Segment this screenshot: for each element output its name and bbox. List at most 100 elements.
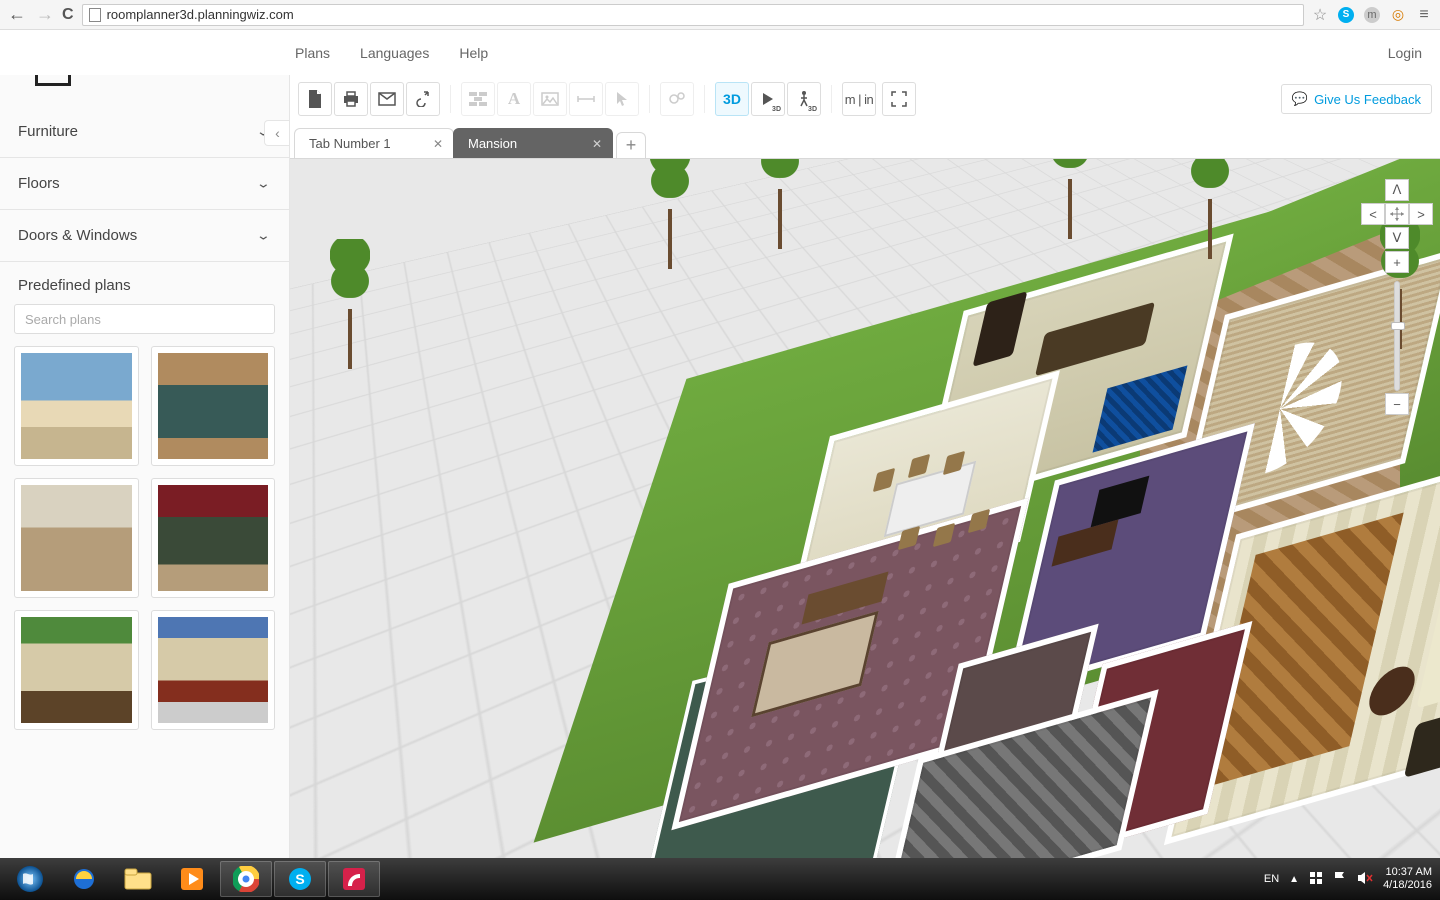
tree — [330, 239, 370, 369]
category-label: Floors — [18, 175, 60, 192]
toolbar: A 3D 3D 3D m | in — [290, 75, 1440, 123]
chat-icon: 💬 — [1292, 91, 1308, 107]
feedback-label: Give Us Feedback — [1314, 92, 1421, 107]
pan-left-button[interactable]: < — [1361, 203, 1385, 225]
print-button[interactable] — [334, 82, 368, 116]
skype-ext-icon[interactable]: S — [1338, 7, 1354, 23]
url-text: roomplanner3d.planningwiz.com — [107, 7, 294, 22]
topbar: Plans Languages Help Login — [0, 30, 1440, 75]
sidebar: PLANNINGWIZ ‹ Furniture ⌄ Floors ⌄ Doors… — [0, 75, 290, 858]
flag-icon[interactable] — [1333, 871, 1347, 888]
address-bar[interactable]: roomplanner3d.planningwiz.com — [82, 4, 1304, 26]
app-root: Plans Languages Help Login PLANNINGWIZ ‹… — [0, 30, 1440, 858]
close-tab-icon[interactable]: ✕ — [592, 137, 602, 151]
sidebar-category-floors[interactable]: Floors ⌄ — [0, 158, 289, 210]
image-tool-button[interactable] — [533, 82, 567, 116]
units-toggle-button[interactable]: m | in — [842, 82, 876, 116]
settings-button[interactable] — [660, 82, 694, 116]
pan-up-button[interactable]: ᐱ — [1385, 179, 1409, 201]
plan-thumb[interactable] — [14, 610, 139, 730]
volume-muted-icon[interactable] — [1357, 871, 1373, 888]
plan-thumb[interactable] — [14, 478, 139, 598]
threeD-label: 3D — [723, 91, 741, 107]
browser-chrome: ← → C roomplanner3d.planningwiz.com ☆ S … — [0, 0, 1440, 30]
category-label: Doors & Windows — [18, 227, 137, 244]
reload-button[interactable]: C — [62, 6, 74, 24]
time-text: 10:37 AM — [1383, 866, 1432, 879]
taskbar-app-icon[interactable] — [328, 861, 380, 897]
design-canvas[interactable]: ᐱ < > ᐯ + − — [290, 159, 1440, 858]
tree — [650, 159, 690, 269]
clock[interactable]: 10:37 AM 4/18/2016 — [1383, 866, 1432, 892]
chevron-down-icon: ⌄ — [256, 176, 271, 191]
tab-label: Tab Number 1 — [309, 136, 391, 151]
zoom-in-button[interactable]: + — [1385, 251, 1409, 273]
forward-button[interactable]: → — [36, 4, 54, 25]
select-tool-button[interactable] — [605, 82, 639, 116]
taskbar-skype-icon[interactable]: S — [274, 861, 326, 897]
taskbar-media-icon[interactable] — [166, 861, 218, 897]
plan-thumb[interactable] — [151, 346, 276, 466]
taskbar-ie-icon[interactable] — [58, 861, 110, 897]
collapse-sidebar-button[interactable]: ‹ — [264, 120, 290, 146]
zoom-out-button[interactable]: − — [1385, 393, 1409, 415]
back-button[interactable]: ← — [8, 4, 26, 25]
zoom-slider[interactable] — [1394, 281, 1400, 391]
wall-tool-button[interactable] — [461, 82, 495, 116]
menu-help[interactable]: Help — [459, 45, 488, 61]
house-model[interactable] — [600, 229, 1440, 858]
sidebar-category-furniture[interactable]: Furniture ⌄ — [0, 106, 289, 158]
pan-right-button[interactable]: > — [1409, 203, 1433, 225]
plan-thumb[interactable] — [151, 478, 276, 598]
content-area: A 3D 3D 3D m | in — [290, 75, 1440, 858]
lang-indicator[interactable]: EN — [1264, 873, 1279, 885]
action-center-icon[interactable] — [1309, 871, 1323, 888]
taskbar-explorer-icon[interactable] — [112, 861, 164, 897]
system-tray: EN ▲ 10:37 AM 4/18/2016 — [1264, 866, 1436, 892]
add-tab-button[interactable]: + — [616, 132, 646, 158]
windows-taskbar: S EN ▲ 10:37 AM 4/18/2016 — [0, 858, 1440, 900]
tree — [760, 159, 800, 249]
tab-item[interactable]: Tab Number 1 ✕ — [294, 128, 454, 158]
tab-item[interactable]: Mansion ✕ — [453, 128, 613, 158]
ext-m-icon[interactable]: m — [1364, 7, 1380, 23]
play-3d-button[interactable]: 3D — [751, 82, 785, 116]
walk-3d-button[interactable]: 3D — [787, 82, 821, 116]
plan-thumb[interactable] — [151, 610, 276, 730]
new-file-button[interactable] — [298, 82, 332, 116]
measure-tool-button[interactable] — [569, 82, 603, 116]
browser-menu-icon[interactable]: ≡ — [1416, 7, 1432, 23]
ext-q-icon[interactable]: ◎ — [1390, 7, 1406, 23]
text-tool-button[interactable]: A — [497, 82, 531, 116]
menu-languages[interactable]: Languages — [360, 45, 429, 61]
category-label: Furniture — [18, 123, 78, 140]
pan-down-button[interactable]: ᐯ — [1385, 227, 1409, 249]
pan-center-button[interactable] — [1385, 203, 1409, 225]
sidebar-category-doors-windows[interactable]: Doors & Windows ⌄ — [0, 210, 289, 262]
main-row: PLANNINGWIZ ‹ Furniture ⌄ Floors ⌄ Doors… — [0, 75, 1440, 858]
tabs-row: Tab Number 1 ✕ Mansion ✕ + — [290, 123, 1440, 159]
start-button[interactable] — [4, 861, 56, 897]
brand-logo: PLANNINGWIZ ‹ — [0, 75, 289, 106]
zoom-thumb[interactable] — [1391, 322, 1405, 330]
search-input[interactable] — [14, 304, 275, 334]
email-button[interactable] — [370, 82, 404, 116]
tray-expand-icon[interactable]: ▲ — [1289, 874, 1299, 885]
predefined-plans-title: Predefined plans — [0, 262, 289, 304]
menu-plans[interactable]: Plans — [295, 45, 330, 61]
taskbar-chrome-icon[interactable] — [220, 861, 272, 897]
tab-label: Mansion — [468, 136, 517, 151]
fullscreen-button[interactable] — [882, 82, 916, 116]
chevron-down-icon: ⌄ — [256, 228, 271, 243]
main-menu: Plans Languages Help — [295, 45, 1388, 61]
share-button[interactable] — [406, 82, 440, 116]
login-link[interactable]: Login — [1388, 45, 1440, 61]
walk-3d-sub: 3D — [808, 106, 817, 113]
close-tab-icon[interactable]: ✕ — [433, 137, 443, 151]
plan-thumb[interactable] — [14, 346, 139, 466]
bookmark-star-icon[interactable]: ☆ — [1312, 7, 1328, 23]
feedback-button[interactable]: 💬 Give Us Feedback — [1281, 84, 1432, 114]
view-3d-button[interactable]: 3D — [715, 82, 749, 116]
date-text: 4/18/2016 — [1383, 879, 1432, 892]
brand-logo-icon — [35, 75, 71, 86]
